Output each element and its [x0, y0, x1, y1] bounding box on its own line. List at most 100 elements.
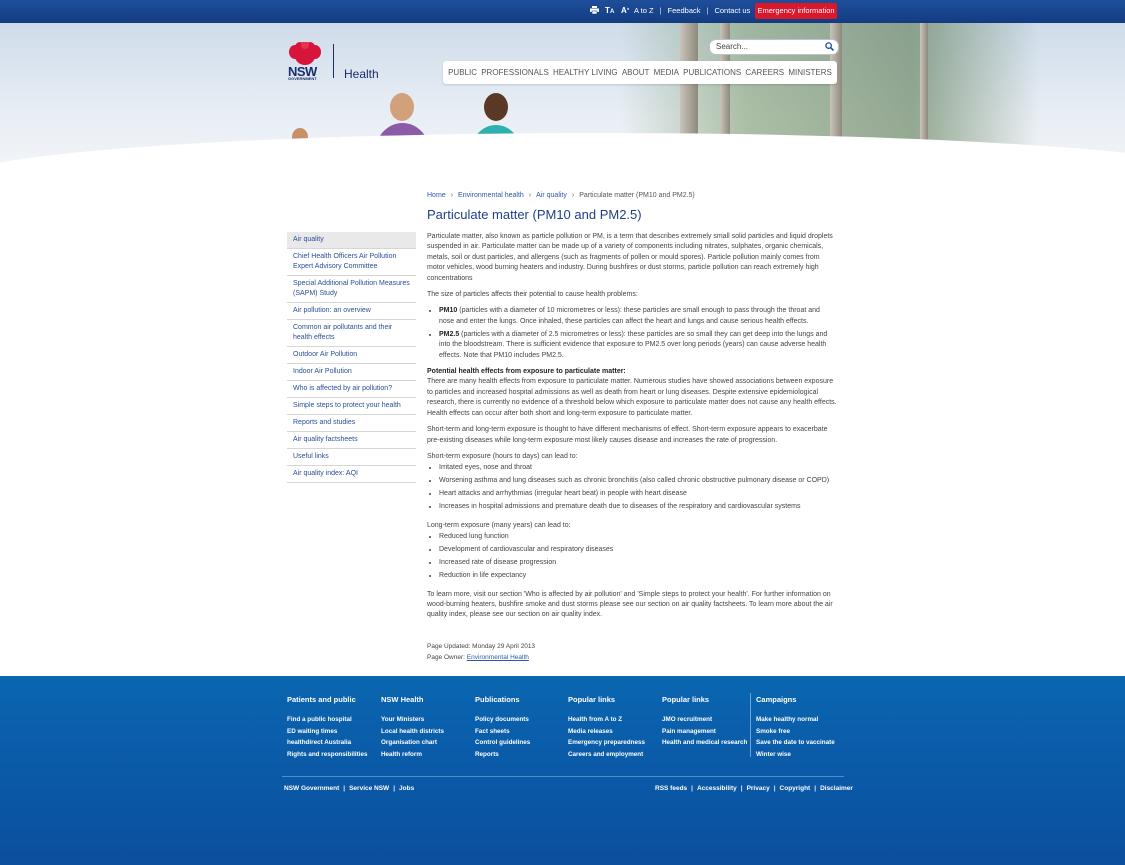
nav-ministers[interactable]: MINISTERS [788, 68, 832, 77]
sidebar-item-outdoor[interactable]: Outdoor Air Pollution [287, 347, 416, 364]
separator: | [691, 785, 693, 792]
footer-link[interactable]: Health reform [381, 749, 471, 761]
footer-link[interactable]: Winter wise [756, 749, 846, 761]
sidebar-item-useful-links[interactable]: Useful links [287, 449, 416, 466]
emergency-information-button[interactable]: Emergency information [755, 3, 837, 19]
pm10-text: (particles with a diameter of 10 microme… [439, 307, 820, 325]
feedback-link[interactable]: Feedback [668, 6, 701, 15]
footer-bottom-link[interactable]: RSS feeds [655, 785, 687, 792]
breadcrumb-current: Particulate matter (PM10 and PM2.5) [579, 192, 695, 199]
nav-publications[interactable]: PUBLICATIONS [683, 68, 741, 77]
footer-link[interactable]: Reports [475, 749, 565, 761]
footer-column-campaigns: Campaigns Make healthy normal Smoke free… [756, 695, 846, 761]
nav-professionals[interactable]: PROFESSIONALS [481, 68, 549, 77]
nav-about[interactable]: ABOUT [622, 68, 650, 77]
footer-link[interactable]: Rights and responsibilities [287, 749, 377, 761]
footer-bottom-link[interactable]: Accessibility [697, 785, 737, 792]
footer-bottom-link[interactable]: Disclaimer [820, 785, 853, 792]
sidebar-item-common-pollutants[interactable]: Common air pollutants and their health e… [287, 320, 416, 347]
footer-link[interactable]: Policy documents [475, 714, 565, 726]
footer-heading: Campaigns [756, 695, 797, 704]
footer-link[interactable]: Smoke free [756, 726, 846, 738]
sidebar-item-aqi[interactable]: Air quality index: AQI [287, 466, 416, 483]
footer-link[interactable]: Control guidelines [475, 737, 565, 749]
sidebar-item-simple-steps[interactable]: Simple steps to protect your health [287, 398, 416, 415]
footer-link[interactable]: ED waiting times [287, 726, 377, 738]
footer-link[interactable]: Emergency preparedness [568, 737, 658, 749]
particle-size-list: PM10 (particles with a diameter of 10 mi… [427, 306, 837, 361]
runner-head [390, 93, 414, 121]
chevron-right-icon: › [450, 192, 454, 199]
footer-bottom-link[interactable]: NSW Government [284, 785, 339, 792]
footer-link[interactable]: Your Ministers [381, 714, 471, 726]
page-title: Particulate matter (PM10 and PM2.5) [427, 207, 642, 222]
list-item: Increases in hospital admissions and pre… [439, 502, 837, 512]
sidebar-item-indoor[interactable]: Indoor Air Pollution [287, 364, 416, 381]
footer-link[interactable]: JMO recruitment [662, 714, 752, 726]
effects-section: Potential health effects from exposure t… [427, 367, 837, 419]
logo-health-text: Health [344, 67, 379, 81]
print-icon[interactable] [590, 6, 599, 16]
text-size-icon[interactable]: TA [605, 6, 615, 16]
sidebar-item-overview[interactable]: Air pollution: an overview [287, 303, 416, 320]
nav-media[interactable]: MEDIA [654, 68, 679, 77]
sidebar-item-reports[interactable]: Reports and studies [287, 415, 416, 432]
breadcrumb-environmental-health[interactable]: Environmental health [458, 192, 524, 199]
footer-link[interactable]: Health and medical research [662, 737, 752, 749]
sidebar-item-sapm-study[interactable]: Special Additional Pollution Measures (S… [287, 276, 416, 303]
nsw-health-logo[interactable]: NSW GOVERNMENT Health [287, 42, 397, 82]
list-item: Irritated eyes, nose and throat [439, 463, 837, 473]
sidebar-item-factsheets[interactable]: Air quality factsheets [287, 432, 416, 449]
sidebar-item-air-quality[interactable]: Air quality [287, 232, 416, 249]
footer-link[interactable]: Make healthy normal [756, 714, 846, 726]
nav-careers[interactable]: CAREERS [745, 68, 784, 77]
learn-more-paragraph: To learn more, visit our section 'Who is… [427, 590, 833, 619]
list-item: Increased rate of disease progression [439, 558, 837, 568]
footer-link[interactable]: healthdirect Australia [287, 737, 377, 749]
long-term-list: Reduced lung function Development of car… [427, 532, 837, 581]
mechanisms-paragraph: Short-term and long-term exposure is tho… [427, 426, 828, 444]
footer-heading: NSW Health [381, 695, 424, 704]
footer-column-popular-links-2: Popular links JMO recruitment Pain manag… [662, 695, 752, 749]
footer-link[interactable]: Local health districts [381, 726, 471, 738]
page-updated: Page Updated: Monday 29 April 2013 [427, 643, 536, 650]
svg-text:A: A [610, 9, 615, 14]
search-input[interactable] [716, 41, 816, 52]
sidebar-nav: Air quality Chief Health Officers Air Po… [287, 232, 416, 483]
text-resize-icon[interactable]: A ± [621, 6, 631, 16]
short-term-intro: Short-term exposure (hours to days) can … [427, 452, 578, 460]
footer-link[interactable]: Media releases [568, 726, 658, 738]
list-item: Heart attacks and arrhythmias (irregular… [439, 489, 837, 499]
separator: | [393, 785, 396, 792]
contact-us-link[interactable]: Contact us [714, 6, 750, 15]
footer-link[interactable]: Save the date to vaccinate [756, 737, 846, 749]
nav-healthy-living[interactable]: HEALTHY LIVING [553, 68, 618, 77]
footer-divider [750, 693, 751, 757]
footer-bottom-link[interactable]: Privacy [747, 785, 770, 792]
sidebar-item-chief-health-officers[interactable]: Chief Health Officers Air Pollution Expe… [287, 249, 416, 276]
a-to-z-link[interactable]: A to Z [634, 6, 654, 15]
breadcrumb-home[interactable]: Home [427, 192, 446, 199]
footer-link[interactable]: Organisation chart [381, 737, 471, 749]
footer-bottom-link[interactable]: Copyright [780, 785, 811, 792]
breadcrumb-air-quality[interactable]: Air quality [536, 192, 567, 199]
footer-link[interactable]: Find a public hospital [287, 714, 377, 726]
footer-link[interactable]: Health from A to Z [568, 714, 658, 726]
footer-link[interactable]: Fact sheets [475, 726, 565, 738]
search-icon[interactable] [825, 42, 834, 51]
list-item: Worsening asthma and lung diseases such … [439, 476, 837, 486]
footer-bottom-link[interactable]: Jobs [399, 785, 414, 792]
separator: | [659, 6, 662, 15]
effects-text: There are many health effects from expos… [427, 378, 837, 417]
main-content: Particulate matter, also known as partic… [427, 232, 837, 627]
footer-link[interactable]: Careers and employment [568, 749, 658, 761]
size-intro: The size of particles affects their pote… [427, 291, 638, 299]
footer-link[interactable]: Pain management [662, 726, 752, 738]
pm25-text: (particles with a diameter of 2.5 microm… [439, 330, 828, 359]
sidebar-item-who-affected[interactable]: Who is affected by air pollution? [287, 381, 416, 398]
nav-public[interactable]: PUBLIC [448, 68, 477, 77]
runner-head [484, 93, 508, 121]
footer-heading: Publications [475, 695, 520, 704]
footer-bottom-link[interactable]: Service NSW [349, 785, 389, 792]
page-owner-link[interactable]: Environmental Health [467, 654, 529, 661]
